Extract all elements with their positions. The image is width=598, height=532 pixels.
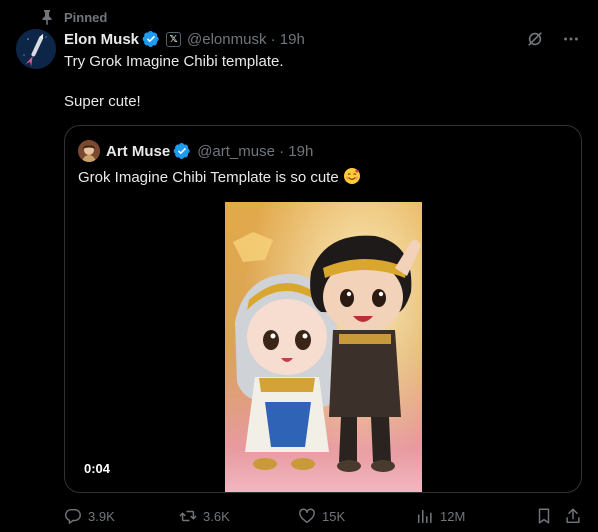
verified-badge-icon[interactable] bbox=[142, 30, 160, 48]
quote-avatar bbox=[78, 140, 100, 162]
author-name[interactable]: Elon Musk bbox=[64, 31, 139, 48]
more-options-icon[interactable] bbox=[560, 28, 582, 50]
smiling-face-with-hearts-icon bbox=[343, 167, 361, 185]
like-button[interactable]: 15K bbox=[298, 507, 345, 525]
repost-icon bbox=[179, 510, 197, 522]
views-chart-icon bbox=[417, 509, 432, 524]
video-thumbnail bbox=[225, 202, 422, 492]
tweet-text: Try Grok Imagine Chibi template. Super c… bbox=[64, 53, 284, 110]
views-button[interactable]: 12M bbox=[416, 507, 465, 525]
bookmark-icon bbox=[538, 508, 550, 524]
repost-button[interactable]: 3.6K bbox=[179, 507, 230, 525]
quote-author-handle-time: @art_muse · 19h bbox=[197, 142, 314, 160]
quoted-tweet[interactable]: Art Muse @art_muse · 19h Grok Imagine Ch… bbox=[64, 125, 582, 493]
heart-icon bbox=[299, 508, 315, 524]
quote-text: Grok Imagine Chibi Template is so cute bbox=[78, 169, 339, 186]
like-count: 15K bbox=[322, 508, 346, 524]
share-button[interactable] bbox=[564, 507, 588, 525]
quote-header: Art Muse @art_muse · 19h bbox=[78, 140, 313, 162]
reply-button[interactable]: 3.9K bbox=[64, 507, 115, 525]
quote-text-line: Grok Imagine Chibi Template is so cute bbox=[78, 167, 361, 188]
video-player[interactable] bbox=[225, 202, 422, 492]
repost-count: 3.6K bbox=[203, 508, 230, 524]
author-handle-time[interactable]: @elonmusk · 19h bbox=[187, 31, 305, 48]
pinned-label: Pinned bbox=[64, 9, 108, 25]
video-duration: 0:04 bbox=[84, 461, 111, 476]
verified-badge-icon bbox=[173, 142, 191, 160]
reply-icon bbox=[65, 508, 81, 524]
tweet-action-bar: 3.9K 3.6K 15K 12M bbox=[64, 506, 582, 526]
pin-icon bbox=[40, 9, 54, 25]
x-affiliate-badge-icon[interactable]: 𝕏 bbox=[166, 31, 182, 47]
grok-icon[interactable] bbox=[524, 28, 546, 50]
reply-count: 3.9K bbox=[88, 508, 115, 524]
tweet-header-actions bbox=[524, 28, 582, 50]
view-count: 12M bbox=[440, 508, 466, 524]
pinned-indicator: Pinned bbox=[40, 8, 107, 26]
avatar[interactable] bbox=[16, 29, 56, 69]
bookmark-button[interactable] bbox=[535, 507, 559, 525]
share-icon bbox=[566, 508, 580, 524]
quote-author-name: Art Muse bbox=[106, 142, 171, 160]
tweet-header: Elon Musk 𝕏 @elonmusk · 19h bbox=[64, 29, 305, 49]
